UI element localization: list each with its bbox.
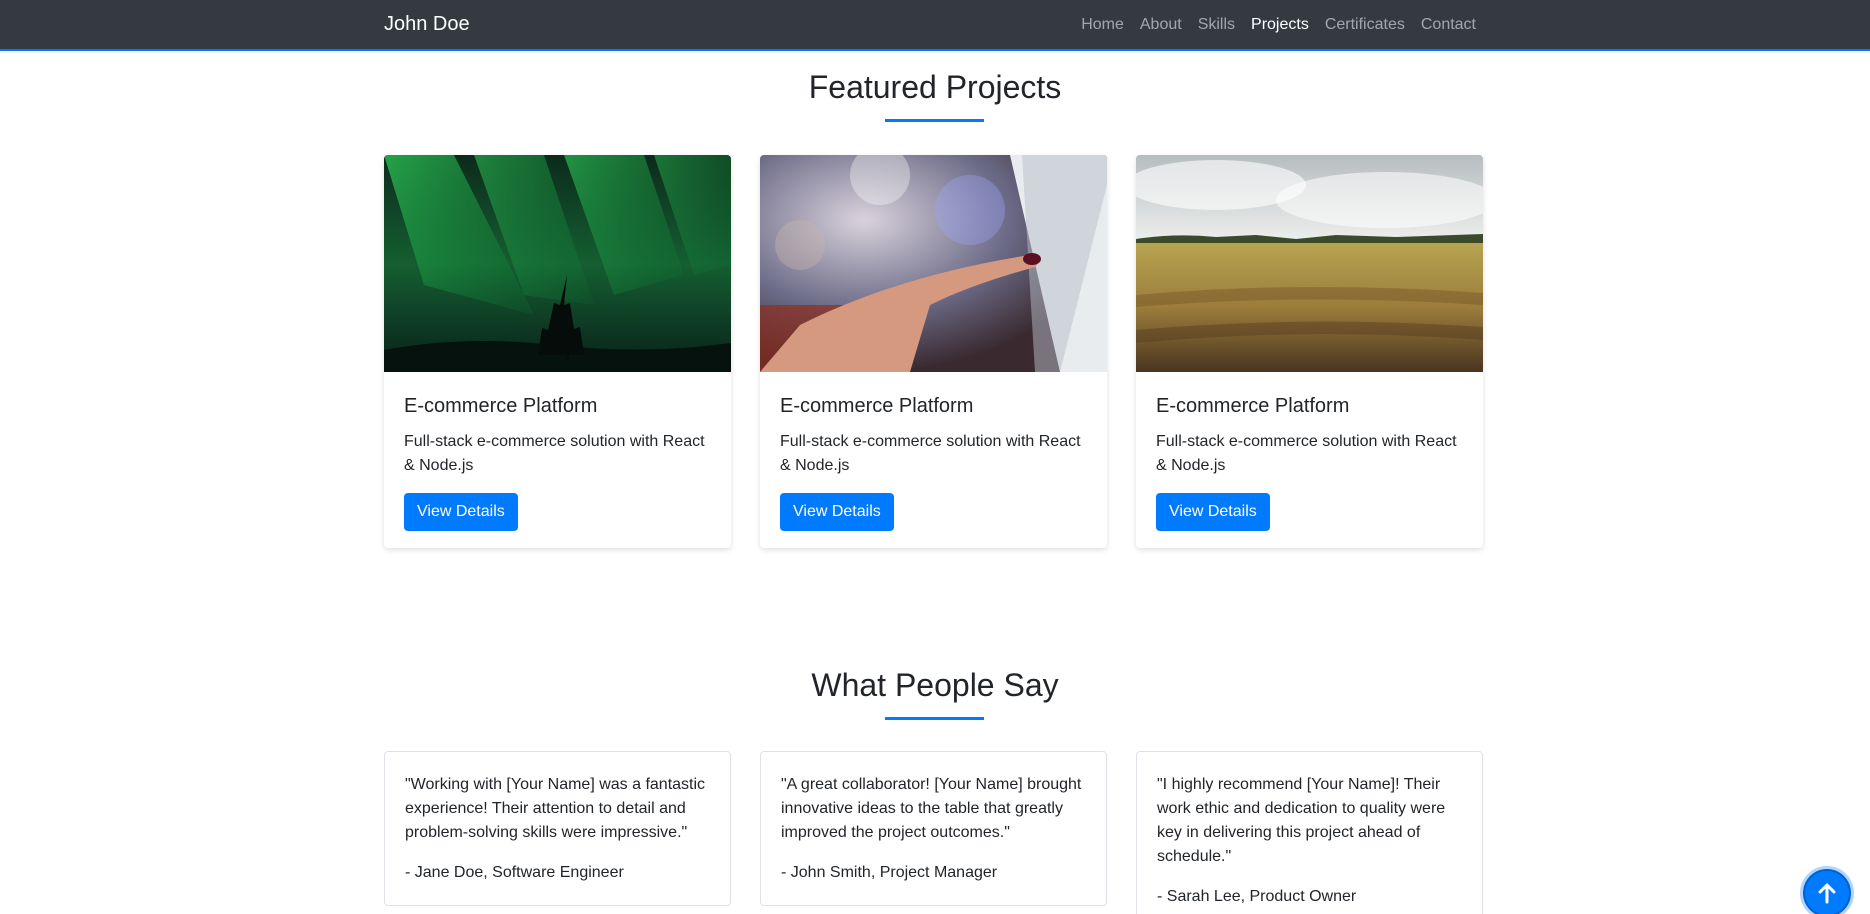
- card-body: E-commerce Platform Full-stack e-commerc…: [1156, 372, 1463, 531]
- card-title: E-commerce Platform: [1156, 395, 1350, 417]
- card-title: E-commerce Platform: [780, 395, 974, 417]
- card-title: E-commerce Platform: [404, 395, 598, 417]
- testimonial-quote: "I highly recommend [Your Name]! Their w…: [1157, 776, 1446, 865]
- projects-heading: Featured Projects: [808, 69, 1062, 105]
- testimonial-card: "A great collaborator! [Your Name] broug…: [760, 751, 1107, 906]
- navbar-brand[interactable]: John Doe: [384, 13, 470, 36]
- testimonial-card: "Working with [Your Name] was a fantasti…: [384, 751, 731, 906]
- testimonial-author: - Sarah Lee, Product Owner: [1157, 888, 1357, 905]
- wheat-field-image: [1136, 155, 1483, 372]
- card-description: Full-stack e-commerce solution with Reac…: [404, 433, 705, 474]
- view-details-button[interactable]: View Details: [780, 493, 894, 531]
- nav-link-about[interactable]: About: [1140, 16, 1182, 34]
- testimonial-quote: "A great collaborator! [Your Name] broug…: [781, 776, 1082, 841]
- testimonials-heading: What People Say: [811, 667, 1059, 703]
- project-card: E-commerce Platform Full-stack e-commerc…: [384, 155, 731, 548]
- card-body: E-commerce Platform Full-stack e-commerc…: [404, 372, 711, 531]
- card-description: Full-stack e-commerce solution with Reac…: [780, 433, 1081, 474]
- back-to-top-button[interactable]: [1800, 866, 1854, 914]
- nav-links: Home About Skills Projects Certificates …: [1065, 16, 1476, 34]
- card-body: E-commerce Platform Full-stack e-commerc…: [780, 372, 1087, 531]
- view-details-button[interactable]: View Details: [1156, 493, 1270, 531]
- hand-tablet-image: [760, 155, 1107, 372]
- nav-link-skills[interactable]: Skills: [1198, 16, 1235, 34]
- navbar-inner: John Doe Home About Skills Projects Cert…: [384, 0, 1476, 49]
- testimonial-author: - John Smith, Project Manager: [781, 864, 998, 881]
- view-details-button[interactable]: View Details: [404, 493, 518, 531]
- testimonial-quote: "Working with [Your Name] was a fantasti…: [405, 776, 706, 841]
- project-card: E-commerce Platform Full-stack e-commerc…: [760, 155, 1107, 548]
- projects-heading-underline: [885, 119, 984, 122]
- nav-link-projects[interactable]: Projects: [1251, 16, 1309, 34]
- testimonial-author: - Jane Doe, Software Engineer: [405, 864, 624, 881]
- arrow-up-icon: [1818, 883, 1836, 904]
- testimonials-heading-underline: [885, 717, 984, 720]
- navbar: John Doe Home About Skills Projects Cert…: [0, 0, 1870, 51]
- testimonial-card: "I highly recommend [Your Name]! Their w…: [1136, 751, 1483, 914]
- card-description: Full-stack e-commerce solution with Reac…: [1156, 433, 1457, 474]
- aurora-forest-image: [384, 155, 731, 372]
- nav-link-home[interactable]: Home: [1081, 16, 1124, 34]
- project-card: E-commerce Platform Full-stack e-commerc…: [1136, 155, 1483, 548]
- nav-link-certificates[interactable]: Certificates: [1325, 16, 1405, 34]
- nav-link-contact[interactable]: Contact: [1421, 16, 1476, 34]
